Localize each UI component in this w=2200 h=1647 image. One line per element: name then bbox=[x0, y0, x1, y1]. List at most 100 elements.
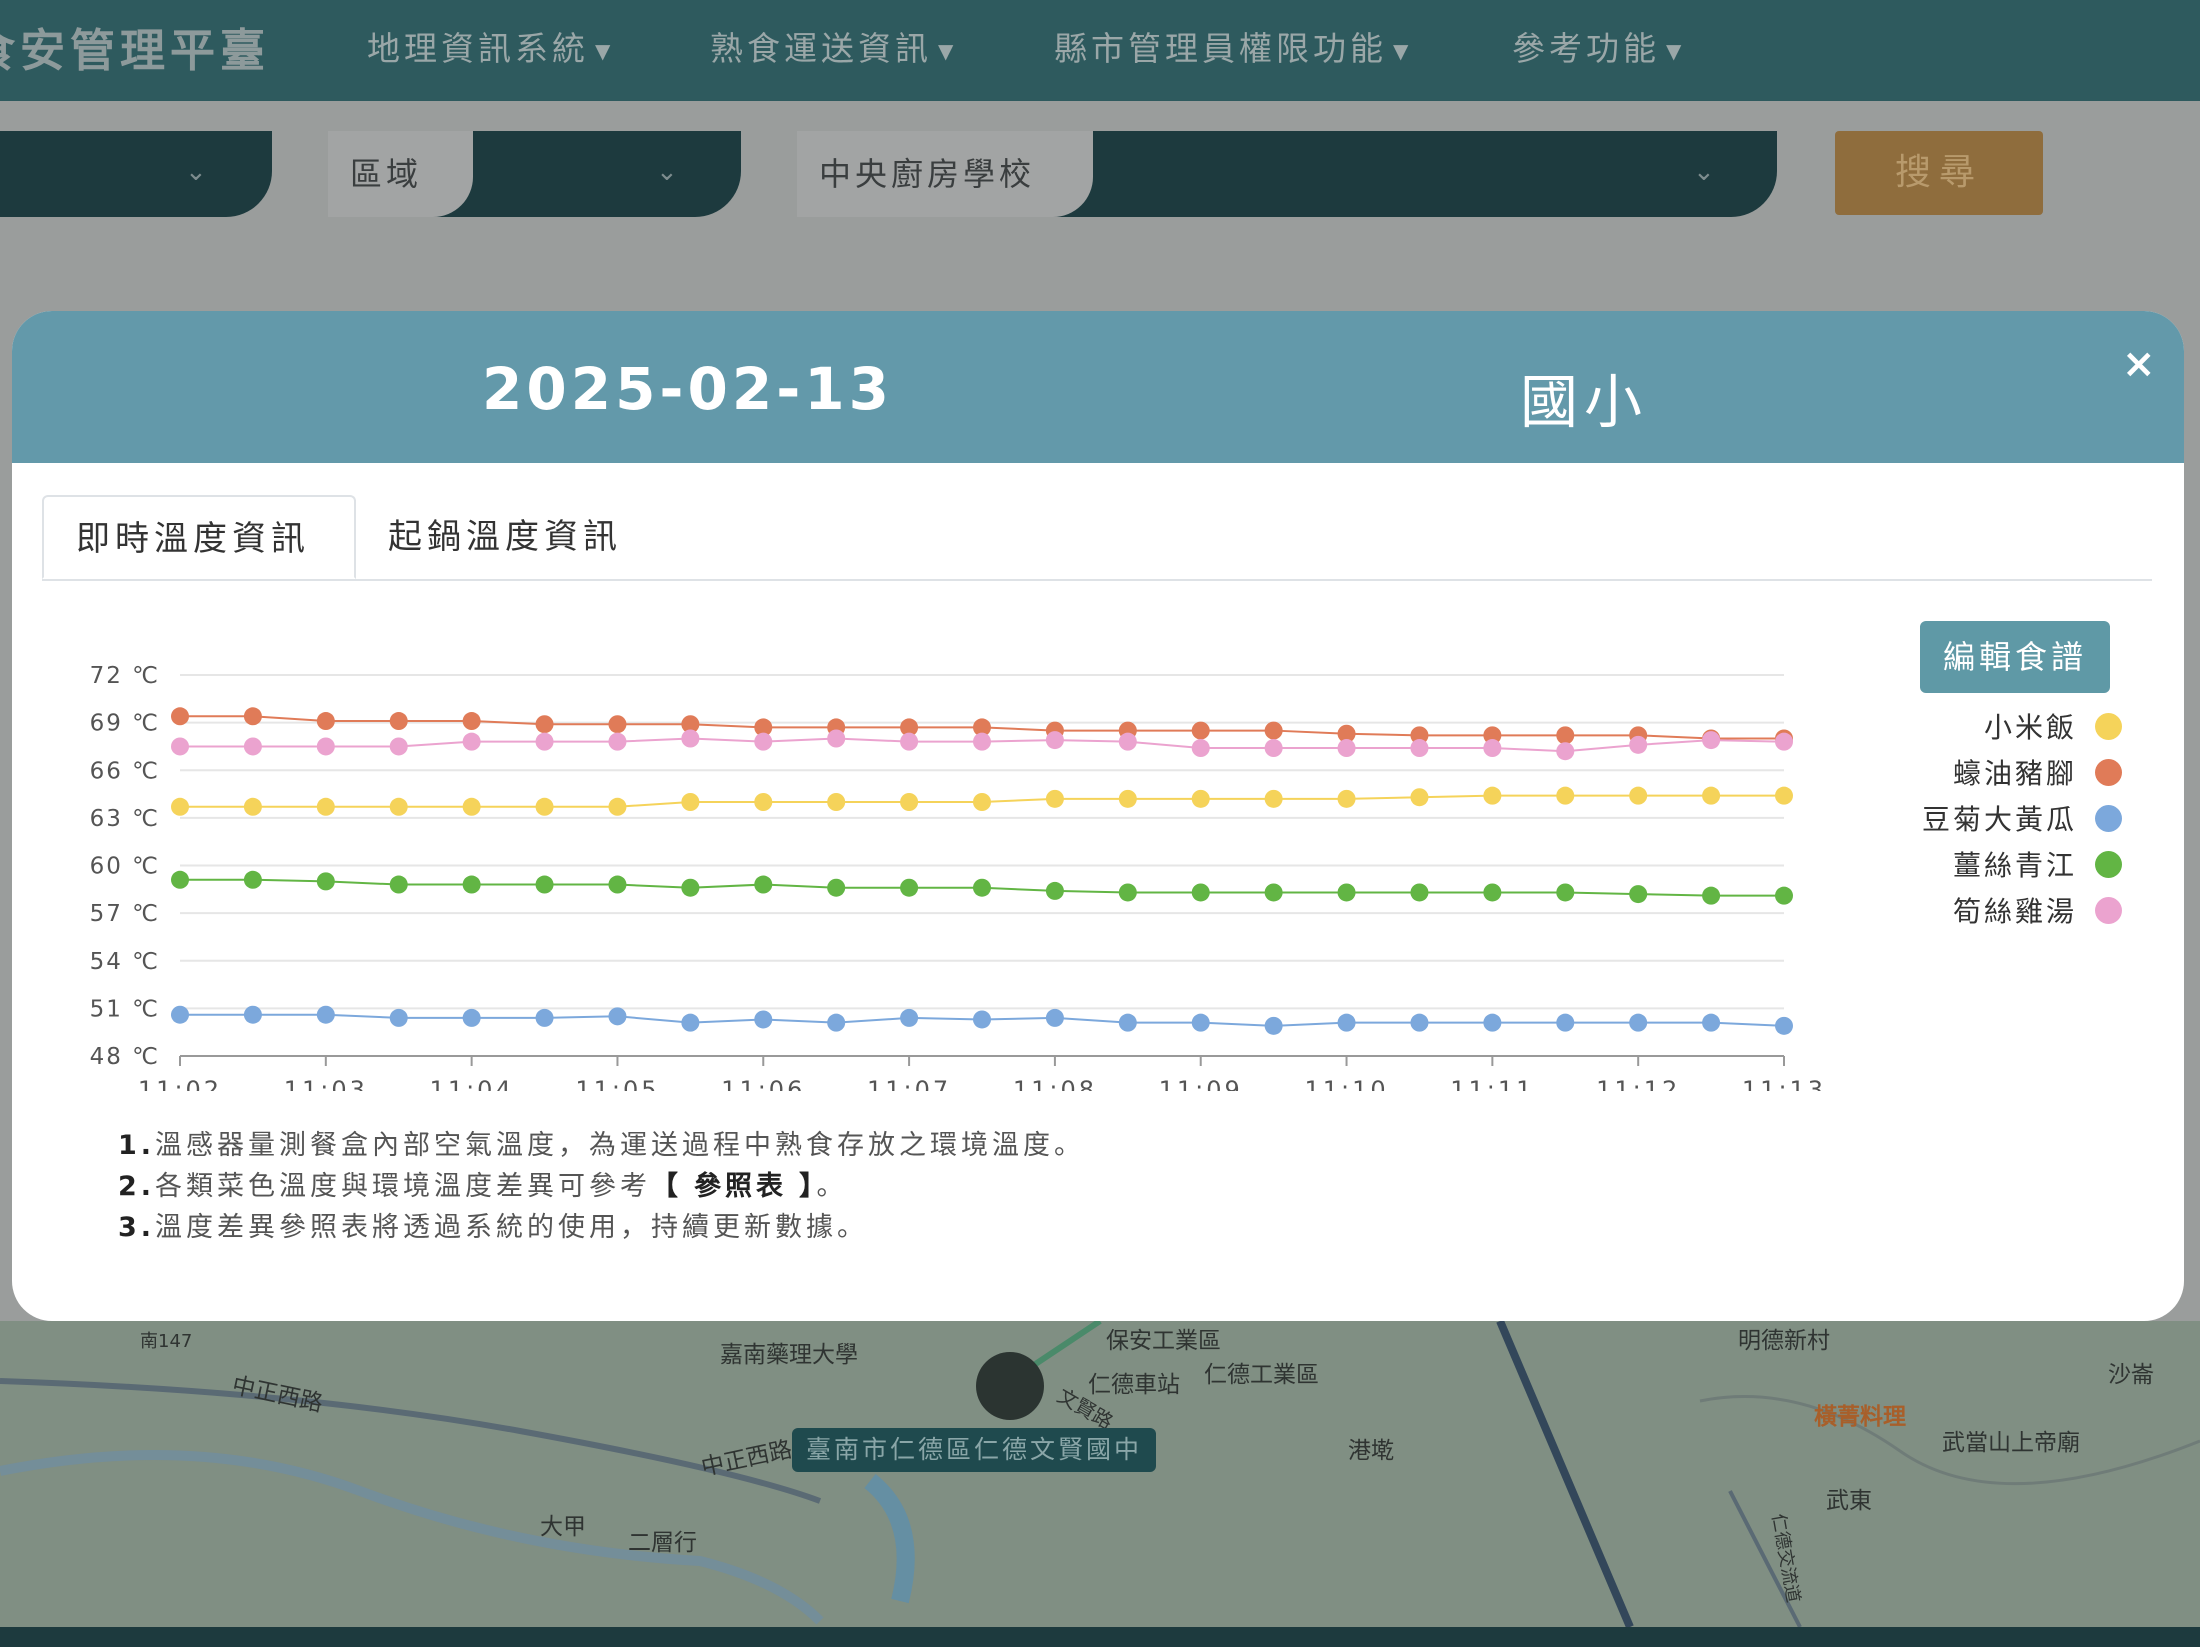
school-select[interactable]: 中央廚房學校 ⌄ bbox=[797, 131, 1777, 217]
data-point bbox=[754, 1010, 773, 1029]
reference-table-link[interactable]: 參照表 bbox=[694, 1171, 787, 1202]
data-point bbox=[1775, 732, 1793, 751]
x-tick-label: 11:12 bbox=[1596, 1076, 1680, 1091]
note-number: 3. bbox=[118, 1212, 156, 1243]
bracket-close: 】 bbox=[799, 1171, 817, 1202]
data-point bbox=[608, 797, 627, 816]
data-point bbox=[1702, 886, 1721, 905]
x-tick-label: 11:11 bbox=[1450, 1076, 1534, 1091]
data-point bbox=[316, 797, 335, 816]
data-point bbox=[389, 737, 408, 756]
legend-label: 小米飯 bbox=[1983, 711, 2077, 744]
search-button[interactable]: 搜尋 bbox=[1835, 131, 2043, 215]
data-point bbox=[973, 1010, 991, 1029]
selected-school-pill[interactable]: 臺南市仁德區仁德文賢國中 bbox=[792, 1428, 1157, 1472]
data-point bbox=[1264, 739, 1283, 758]
school-marker-icon bbox=[976, 1352, 1044, 1420]
data-point bbox=[1045, 1008, 1064, 1027]
data-point bbox=[1410, 883, 1429, 902]
map-label-temple[interactable]: 武當山上帝廟 bbox=[1942, 1423, 2080, 1457]
data-point bbox=[535, 715, 554, 734]
chevron-down-icon: ⌄ bbox=[656, 157, 678, 187]
nav-menu-delivery[interactable]: 熟食運送資訊 ▼ bbox=[710, 22, 957, 70]
data-point bbox=[1483, 1013, 1502, 1032]
legend-item[interactable]: 小米飯 bbox=[1984, 706, 2122, 746]
legend-swatch bbox=[2095, 850, 2122, 878]
data-point bbox=[1118, 789, 1137, 808]
data-point bbox=[316, 872, 335, 891]
data-point bbox=[1556, 726, 1575, 745]
x-tick-label: 11:05 bbox=[575, 1076, 659, 1091]
data-point bbox=[316, 712, 335, 731]
data-point bbox=[535, 797, 554, 816]
data-point bbox=[243, 797, 262, 816]
x-tick-label: 11:08 bbox=[1013, 1076, 1097, 1091]
data-point bbox=[171, 707, 189, 726]
nav-menu-delivery-label: 熟食運送資訊 bbox=[710, 29, 932, 68]
nav-menu-reference[interactable]: 參考功能 ▼ bbox=[1512, 22, 1685, 70]
nav-menu-admin[interactable]: 縣市管理員權限功能 ▼ bbox=[1054, 22, 1412, 70]
data-point bbox=[681, 729, 700, 748]
county-select[interactable]: ⌄ bbox=[0, 131, 272, 217]
data-point bbox=[1775, 786, 1793, 805]
data-point bbox=[1483, 883, 1502, 902]
brand-title[interactable]: 食安管理平臺 bbox=[0, 14, 270, 79]
data-point bbox=[900, 1008, 919, 1027]
data-point bbox=[608, 732, 627, 751]
legend-swatch bbox=[2095, 758, 2122, 786]
x-tick-label: 11:13 bbox=[1742, 1076, 1826, 1091]
data-point bbox=[827, 729, 846, 748]
series-4 bbox=[171, 870, 1793, 905]
caret-down-icon: ▼ bbox=[1393, 38, 1413, 63]
data-point bbox=[900, 878, 919, 897]
y-tick-label: 69 ℃ bbox=[90, 711, 160, 737]
edit-menu-button[interactable]: 編輯食譜 bbox=[1920, 621, 2110, 693]
data-point bbox=[171, 737, 189, 756]
legend-item[interactable]: 筍絲雞湯 bbox=[1953, 890, 2122, 930]
note-item-2: 2.各類菜色溫度與環境溫度差異可參考【 參照表】。 bbox=[118, 1166, 1085, 1207]
chevron-down-icon: ⌄ bbox=[1693, 157, 1715, 187]
data-point bbox=[1410, 739, 1429, 758]
data-point bbox=[1191, 883, 1210, 902]
data-point bbox=[973, 878, 991, 897]
x-tick-label: 11:07 bbox=[867, 1076, 951, 1091]
data-point bbox=[1337, 883, 1356, 902]
data-point bbox=[1702, 786, 1721, 805]
map-label-restaurant[interactable]: 橫菁料理 bbox=[1814, 1397, 1906, 1431]
data-point bbox=[1483, 786, 1502, 805]
data-point bbox=[171, 1005, 189, 1024]
legend-item[interactable]: 蠔油豬腳 bbox=[1953, 752, 2122, 792]
notes-list: 1.溫感器量測餐盒內部空氣溫度，為運送過程中熟食存放之環境溫度。 2.各類菜色溫… bbox=[118, 1125, 1085, 1248]
region-select[interactable]: 區域 ⌄ bbox=[328, 131, 741, 217]
data-point bbox=[827, 793, 846, 811]
data-point bbox=[608, 715, 627, 734]
data-point bbox=[608, 875, 627, 894]
y-tick-label: 48 ℃ bbox=[90, 1044, 160, 1070]
map-view[interactable]: 南147 中正西路 嘉南藥理大學 仁德車站 仁德工業區 保安工業區 文賢路 中正… bbox=[0, 1321, 2200, 1627]
data-point bbox=[1629, 786, 1648, 805]
data-point bbox=[1045, 881, 1064, 900]
note-text: 溫度差異參照表將透過系統的使用，持續更新數據。 bbox=[155, 1212, 869, 1243]
y-tick-label: 72 ℃ bbox=[90, 663, 160, 689]
legend-item[interactable]: 薑絲青江 bbox=[1953, 844, 2122, 884]
data-point bbox=[1264, 789, 1283, 808]
data-point bbox=[1556, 786, 1575, 805]
data-point bbox=[243, 1005, 262, 1024]
data-point bbox=[1045, 731, 1064, 750]
data-point bbox=[1337, 739, 1356, 758]
y-tick-label: 66 ℃ bbox=[90, 758, 160, 784]
data-point bbox=[171, 870, 189, 889]
x-tick-label: 11:04 bbox=[430, 1076, 514, 1091]
series-3 bbox=[171, 1005, 1793, 1035]
data-point bbox=[389, 875, 408, 894]
data-point bbox=[1629, 735, 1648, 754]
data-point bbox=[900, 793, 919, 811]
legend-item[interactable]: 豆菊大黃瓜 bbox=[1922, 798, 2122, 838]
note-text-end: 。 bbox=[816, 1171, 848, 1202]
note-text: 各類菜色溫度與環境溫度差異可參考 bbox=[155, 1171, 652, 1202]
nav-menu-gis[interactable]: 地理資訊系統 ▼ bbox=[367, 22, 614, 70]
data-point bbox=[1264, 721, 1283, 740]
data-point bbox=[462, 875, 481, 894]
map-label-dajia: 大甲 bbox=[540, 1514, 586, 1540]
note-number: 2. bbox=[118, 1171, 156, 1202]
